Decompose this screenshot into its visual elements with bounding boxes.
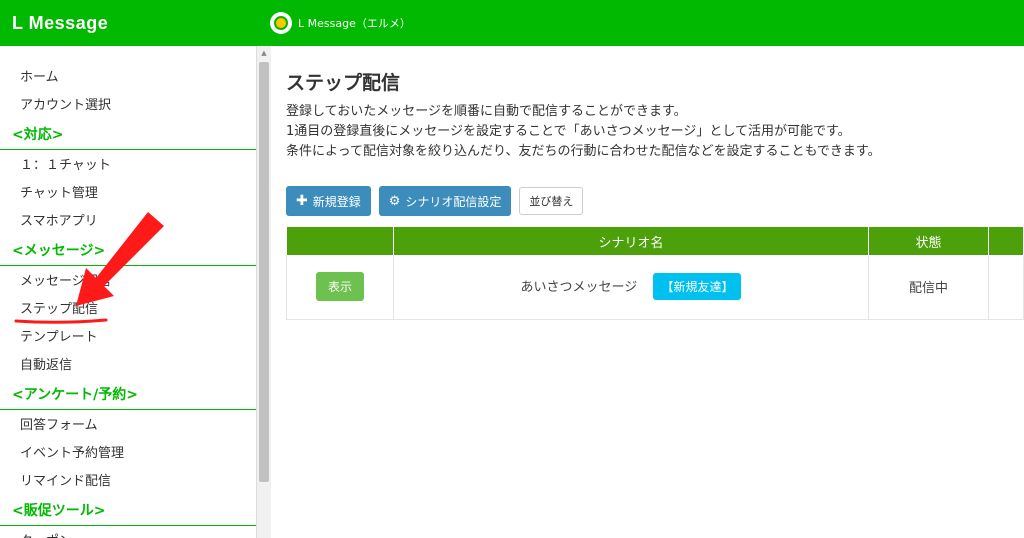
sidebar-section-survey-reservation: <アンケート/予約> [0, 380, 256, 410]
gear-icon: ⚙ [388, 193, 401, 209]
sidebar-item-auto-reply[interactable]: 自動返信 [0, 352, 256, 380]
sidebar-item-chat-management[interactable]: チャット管理 [0, 180, 256, 208]
col-header-action [286, 227, 394, 255]
top-header-bar: L Message L Message（エルメ） [0, 0, 1024, 46]
col-header-scenario-name: シナリオ名 [393, 227, 869, 255]
sidebar-item-remind-delivery[interactable]: リマインド配信 [0, 468, 256, 496]
table-header-row: シナリオ名 状態 [286, 227, 1024, 255]
sidebar-scrollbar[interactable]: ▲ [257, 46, 271, 538]
cell-extra [988, 255, 1024, 320]
lmessage-logo-icon [270, 12, 292, 34]
sidebar-item-template[interactable]: テンプレート [0, 324, 256, 352]
sidebar-item-event-reservation[interactable]: イベント予約管理 [0, 440, 256, 468]
new-friend-tag: 【新規友達】 [653, 273, 742, 301]
sidebar-item-message-delivery[interactable]: メッセージ配信 [0, 268, 256, 296]
show-button[interactable]: 表示 [315, 272, 364, 302]
new-registration-button[interactable]: ✚ 新規登録 [286, 186, 371, 216]
main-content: ステップ配信 登録しておいたメッセージを順番に自動で配信することができます。 1… [286, 46, 1024, 538]
sidebar-item-coupon[interactable]: クーポン [0, 528, 256, 538]
scenario-name: あいさつメッセージ [520, 280, 638, 296]
account-name: L Message（エルメ） [298, 17, 411, 30]
toolbar: ✚ 新規登録 ⚙ シナリオ配信設定 並び替え [286, 186, 584, 216]
scenario-settings-button[interactable]: ⚙ シナリオ配信設定 [378, 186, 512, 216]
col-header-status: 状態 [868, 227, 989, 255]
table-row: 表示 あいさつメッセージ 【新規友達】 配信中 [286, 255, 1024, 320]
scenario-table: シナリオ名 状態 表示 あいさつメッセージ 【新規友達】 配信中 [286, 227, 1024, 320]
sidebar-section-promotion-tools: <販促ツール> [0, 496, 256, 526]
sidebar-menu: ホーム アカウント選択 <対応> １：１チャット チャット管理 スマホアプリ <メッセージ>… [0, 46, 256, 538]
sidebar-item-answer-form[interactable]: 回答フォーム [0, 412, 256, 440]
page-title: ステップ配信 [286, 72, 401, 94]
page-description: 登録しておいたメッセージを順番に自動で配信することができます。 1通目の登録直後… [286, 102, 881, 162]
sidebar-item-home[interactable]: ホーム [0, 64, 256, 92]
sidebar-item-one-to-one-chat[interactable]: １：１チャット [0, 152, 256, 180]
cell-scenario-name: あいさつメッセージ 【新規友達】 [393, 255, 869, 320]
sidebar-item-step-delivery[interactable]: ステップ配信 [0, 296, 256, 324]
new-registration-label: 新規登録 [312, 194, 361, 209]
sidebar-section-message: <メッセージ> [0, 236, 256, 266]
sidebar-section-support: <対応> [0, 120, 256, 150]
col-header-extra [988, 227, 1024, 255]
description-line: 条件によって配信対象を絞り込んだり、友だちの行動に合わせた配信などを設定すること… [286, 144, 881, 159]
plus-icon: ✚ [296, 193, 308, 209]
brand-logo[interactable]: L Message [0, 13, 270, 34]
scroll-thumb[interactable] [259, 62, 269, 482]
sort-button[interactable]: 並び替え [519, 187, 584, 215]
sidebar-item-smartphone-app[interactable]: スマホアプリ [0, 208, 256, 236]
scenario-settings-label: シナリオ配信設定 [405, 194, 502, 209]
description-line: 登録しておいたメッセージを順番に自動で配信することができます。 [286, 104, 687, 119]
description-line: 1通目の登録直後にメッセージを設定することで「あいさつメッセージ」として活用が可… [286, 124, 851, 139]
sidebar: ホーム アカウント選択 <対応> １：１チャット チャット管理 スマホアプリ <メッセージ>… [0, 46, 257, 538]
sidebar-item-account-select[interactable]: アカウント選択 [0, 92, 256, 120]
top-account-logo[interactable]: L Message（エルメ） [270, 12, 411, 34]
cell-status: 配信中 [868, 255, 989, 320]
scroll-up-arrow-icon[interactable]: ▲ [257, 46, 271, 60]
cell-action: 表示 [286, 255, 394, 320]
